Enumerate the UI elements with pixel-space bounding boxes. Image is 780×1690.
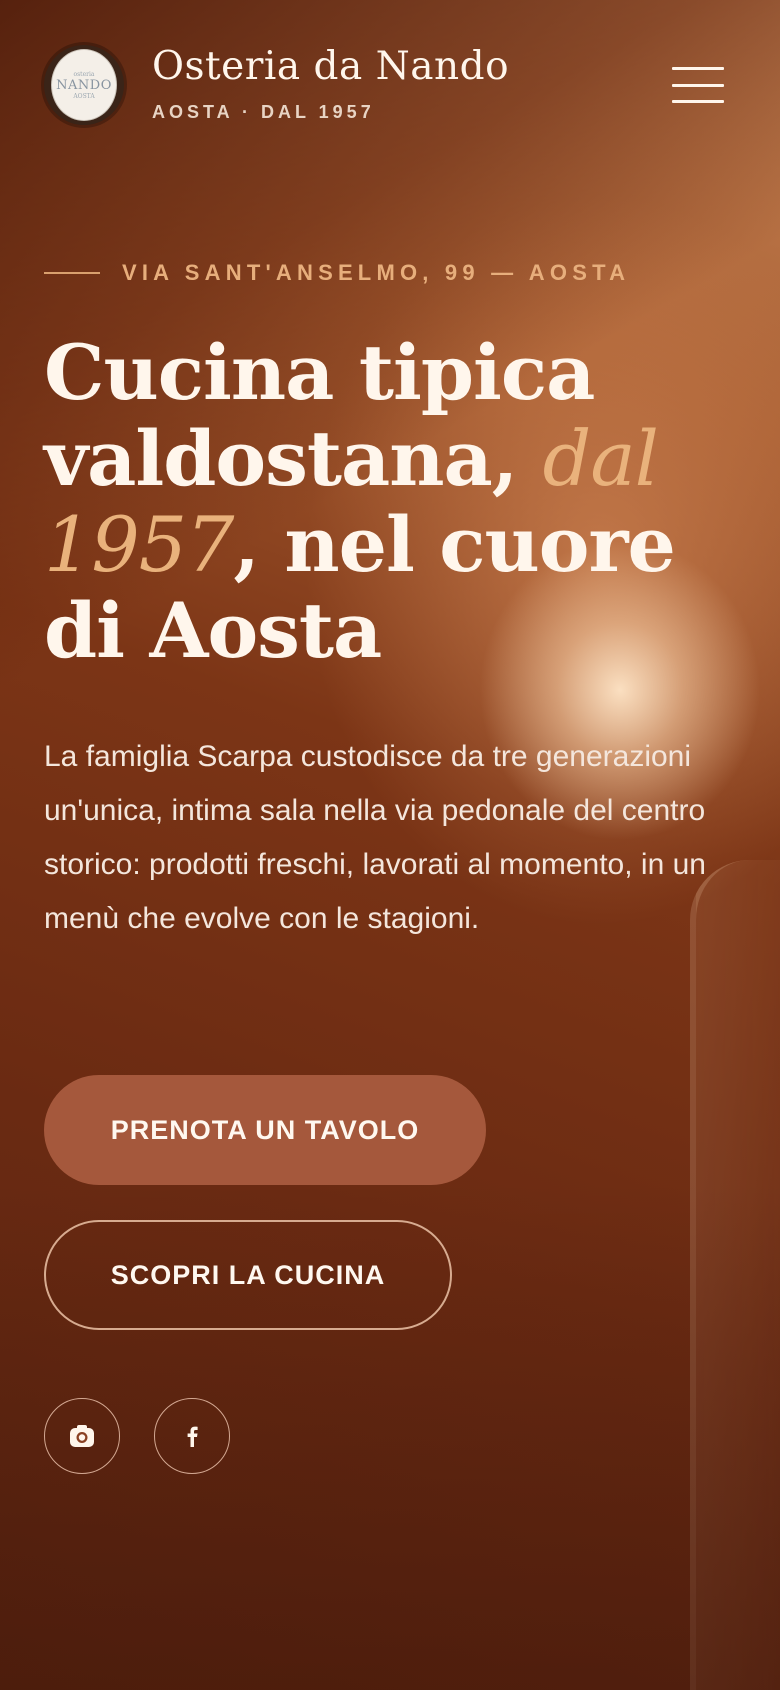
instagram-icon[interactable] xyxy=(44,1398,120,1474)
brand-name[interactable]: Osteria da Nando xyxy=(152,47,509,86)
address-kicker: VIA SANT'ANSELMO, 99 — AOSTA xyxy=(44,260,630,286)
hero-lead-paragraph: La famiglia Scarpa custodisce da tre gen… xyxy=(44,740,706,935)
brand-block: Osteria da Nando AOSTA · DAL 1957 xyxy=(152,47,509,123)
logo-line-3: AOSTA xyxy=(73,92,95,100)
logo-line-1: osteria xyxy=(73,70,95,78)
instagram-glyph xyxy=(70,1425,94,1447)
hero-title: Cucina tipica valdostana, dal 1957, nel … xyxy=(44,330,744,674)
hamburger-menu-icon[interactable] xyxy=(672,67,724,103)
facebook-glyph xyxy=(187,1426,198,1447)
brand-subtitle: AOSTA · DAL 1957 xyxy=(152,102,375,122)
logo-emblem: osteria NANDO AOSTA xyxy=(51,49,117,121)
discover-cuisine-button[interactable]: SCOPRI LA CUCINA xyxy=(44,1220,452,1330)
menu-bar-bottom xyxy=(672,100,724,103)
kicker-rule xyxy=(44,272,100,274)
restaurant-logo[interactable]: osteria NANDO AOSTA xyxy=(44,45,124,125)
menu-bar-middle xyxy=(672,83,724,87)
social-links xyxy=(44,1398,230,1474)
site-header: osteria NANDO AOSTA Osteria da Nando AOS… xyxy=(44,40,724,130)
address-text: VIA SANT'ANSELMO, 99 — AOSTA xyxy=(122,260,631,285)
menu-bar-top xyxy=(672,67,724,70)
book-table-button[interactable]: PRENOTA UN TAVOLO xyxy=(44,1075,486,1185)
facebook-icon[interactable] xyxy=(154,1398,230,1474)
hero-title-part-1: Cucina tipica valdostana, xyxy=(44,328,595,503)
logo-line-2: NANDO xyxy=(56,77,112,93)
